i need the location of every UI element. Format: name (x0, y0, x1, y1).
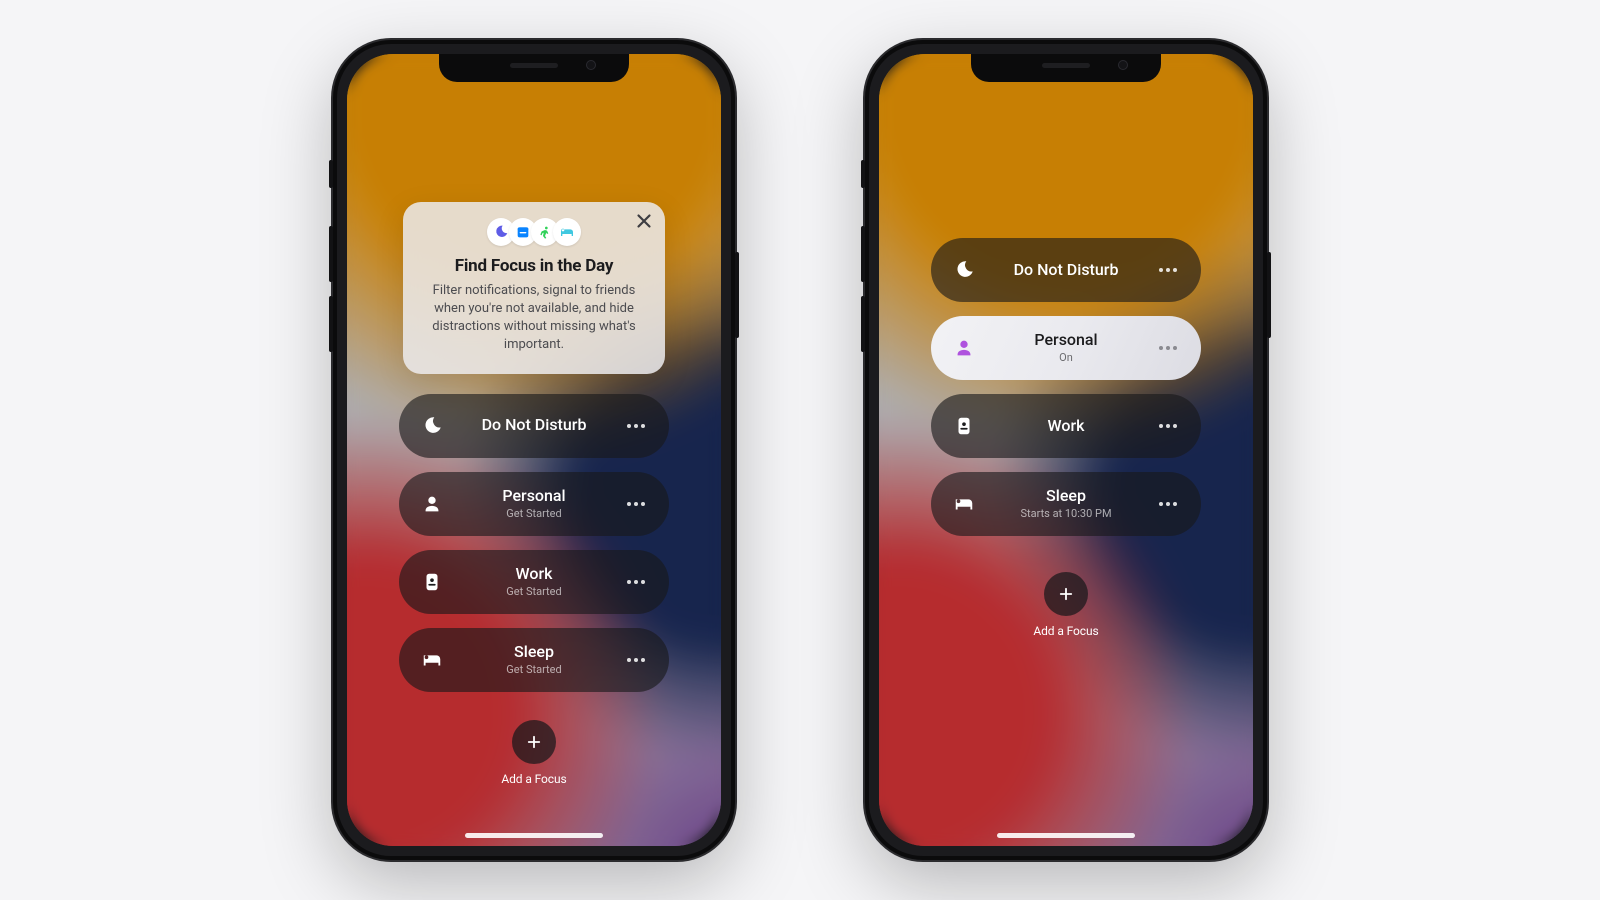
focus-dnd[interactable]: Do Not Disturb (931, 238, 1201, 302)
focus-label: Work (447, 565, 621, 584)
home-indicator[interactable] (997, 833, 1135, 838)
bed-icon (421, 649, 443, 671)
more-button[interactable] (1153, 502, 1183, 506)
intro-title: Find Focus in the Day (421, 256, 647, 276)
add-focus-button[interactable] (512, 720, 556, 764)
focus-list: Do Not Disturb Personal Get Started Work G… (399, 394, 669, 692)
close-icon (633, 210, 655, 232)
side-button (735, 252, 739, 338)
focus-sheet: Find Focus in the Day Filter notificatio… (347, 54, 721, 846)
volume-down (329, 296, 333, 352)
focus-sleep[interactable]: Sleep Get Started (399, 628, 669, 692)
home-indicator[interactable] (465, 833, 603, 838)
focus-dnd[interactable]: Do Not Disturb (399, 394, 669, 458)
intro-card: Find Focus in the Day Filter notificatio… (403, 202, 665, 374)
more-button[interactable] (1153, 268, 1183, 272)
phone-right: Do Not Disturb Personal On Work (865, 40, 1267, 860)
plus-icon (525, 733, 543, 751)
volume-up (861, 226, 865, 282)
person-icon (421, 493, 443, 515)
focus-personal-active[interactable]: Personal On (931, 316, 1201, 380)
intro-body: Filter notifications, signal to friends … (421, 282, 647, 354)
bed-icon (953, 493, 975, 515)
badge-icon (421, 571, 443, 593)
mute-switch (329, 160, 333, 188)
focus-label: Do Not Disturb (447, 416, 621, 435)
focus-list: Do Not Disturb Personal On Work (931, 238, 1201, 536)
close-button[interactable] (633, 210, 655, 232)
moon-icon (421, 415, 443, 437)
focus-work[interactable]: Work Get Started (399, 550, 669, 614)
phone-left: Find Focus in the Day Filter notificatio… (333, 40, 735, 860)
focus-label: Work (979, 417, 1153, 436)
plus-icon (1057, 585, 1075, 603)
bed-icon (553, 218, 581, 246)
display-notch (439, 54, 629, 82)
focus-label: Personal (979, 331, 1153, 350)
focus-sublabel: Get Started (447, 664, 621, 677)
marketing-stage: Find Focus in the Day Filter notificatio… (0, 0, 1600, 900)
badge-icon (953, 415, 975, 437)
more-button[interactable] (621, 424, 651, 428)
more-button[interactable] (1153, 424, 1183, 428)
more-button[interactable] (621, 502, 651, 506)
add-focus-button[interactable] (1044, 572, 1088, 616)
focus-sublabel: Starts at 10:30 PM (979, 508, 1153, 521)
person-icon (953, 337, 975, 359)
side-button (1267, 252, 1271, 338)
focus-sublabel: On (979, 352, 1153, 365)
add-focus-label: Add a Focus (1033, 624, 1098, 638)
focus-label: Sleep (447, 643, 621, 662)
more-button[interactable] (621, 580, 651, 584)
focus-sublabel: Get Started (447, 508, 621, 521)
more-button[interactable] (621, 658, 651, 662)
moon-icon (953, 259, 975, 281)
display-notch (971, 54, 1161, 82)
focus-sublabel: Get Started (447, 586, 621, 599)
focus-label: Sleep (979, 487, 1153, 506)
volume-up (329, 226, 333, 282)
focus-personal[interactable]: Personal Get Started (399, 472, 669, 536)
focus-sheet: Do Not Disturb Personal On Work (879, 54, 1253, 846)
focus-label: Personal (447, 487, 621, 506)
mute-switch (861, 160, 865, 188)
focus-sleep[interactable]: Sleep Starts at 10:30 PM (931, 472, 1201, 536)
focus-work[interactable]: Work (931, 394, 1201, 458)
more-button[interactable] (1153, 346, 1183, 350)
focus-label: Do Not Disturb (979, 261, 1153, 280)
volume-down (861, 296, 865, 352)
add-focus-label: Add a Focus (501, 772, 566, 786)
intro-icon-row (421, 218, 647, 246)
